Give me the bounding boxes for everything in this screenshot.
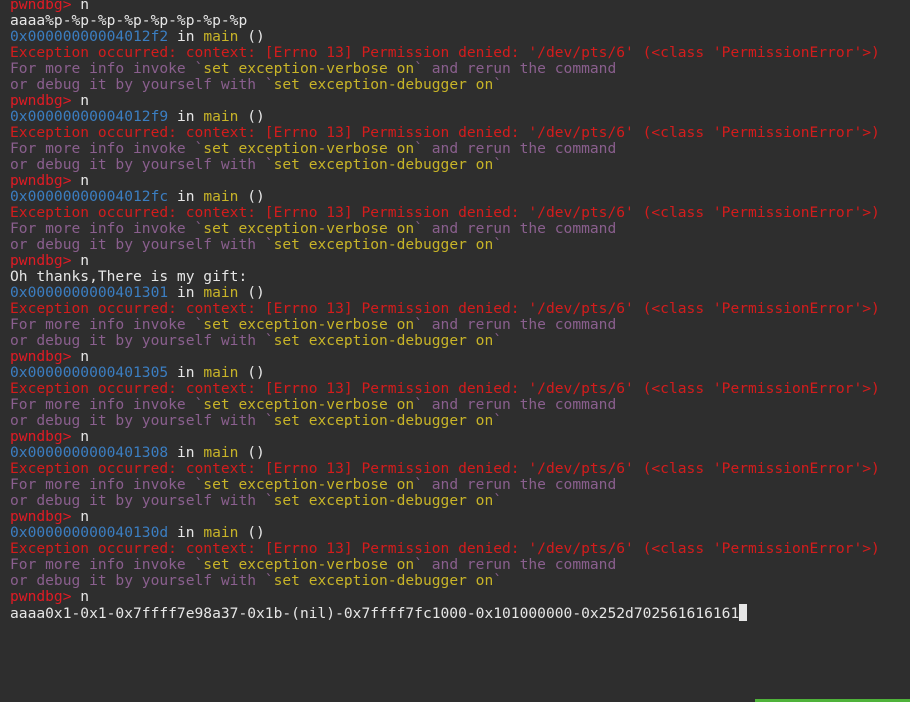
frame-address: 0x0000000000401305: [10, 364, 169, 381]
hint-command: set exception-verbose on: [203, 476, 415, 493]
pwndbg-prompt: pwndbg>: [10, 348, 72, 365]
hint-suffix: `: [493, 76, 503, 93]
pwndbg-prompt: pwndbg>: [10, 588, 72, 605]
frame-args: (): [238, 524, 265, 541]
pwndbg-prompt: pwndbg>: [10, 428, 72, 445]
frame-address: 0x0000000000401301: [10, 284, 169, 301]
command-text: n: [71, 348, 90, 365]
hint-prefix: or debug it by yourself with `: [10, 412, 274, 429]
hint-prefix: For more info invoke `: [10, 556, 204, 573]
frame-function: main: [203, 188, 239, 205]
frame-in: in: [168, 364, 204, 381]
hint-prefix: For more info invoke `: [10, 396, 204, 413]
hint-command: set exception-debugger on: [273, 332, 494, 349]
frame-args: (): [238, 284, 265, 301]
frame-address: 0x00000000004012fc: [10, 188, 169, 205]
pwndbg-prompt: pwndbg>: [10, 172, 72, 189]
hint-suffix: ` and rerun the command: [414, 316, 617, 333]
exception-message: Exception occurred: context: [Errno 13] …: [10, 204, 880, 221]
exception-message: Exception occurred: context: [Errno 13] …: [10, 380, 880, 397]
frame-in: in: [168, 284, 204, 301]
command-text: n: [71, 588, 90, 605]
frame-args: (): [238, 188, 265, 205]
hint-suffix: ` and rerun the command: [414, 60, 617, 77]
hint-command: set exception-debugger on: [273, 236, 494, 253]
hint-prefix: or debug it by yourself with `: [10, 572, 274, 589]
frame-in: in: [168, 524, 204, 541]
hint-suffix: `: [493, 412, 503, 429]
command-text: n: [71, 92, 90, 109]
frame-function: main: [203, 524, 239, 541]
command-text: n: [71, 172, 90, 189]
hint-prefix: or debug it by yourself with `: [10, 76, 274, 93]
frame-function: main: [203, 444, 239, 461]
command-text: n: [71, 428, 90, 445]
frame-function: main: [203, 28, 239, 45]
hint-prefix: For more info invoke `: [10, 316, 204, 333]
frame-address: 0x00000000004012f2: [10, 28, 169, 45]
hint-command: set exception-debugger on: [273, 76, 494, 93]
hint-suffix: ` and rerun the command: [414, 140, 617, 157]
hint-prefix: For more info invoke `: [10, 60, 204, 77]
hint-suffix: `: [493, 492, 503, 509]
hint-command: set exception-verbose on: [203, 396, 415, 413]
hint-prefix: For more info invoke `: [10, 140, 204, 157]
exception-message: Exception occurred: context: [Errno 13] …: [10, 460, 880, 477]
hint-suffix: ` and rerun the command: [414, 220, 617, 237]
hint-command: set exception-verbose on: [203, 60, 415, 77]
pwndbg-prompt: pwndbg>: [10, 92, 72, 109]
hint-suffix: ` and rerun the command: [414, 476, 617, 493]
frame-function: main: [203, 364, 239, 381]
frame-args: (): [238, 444, 265, 461]
frame-args: (): [238, 28, 265, 45]
frame-function: main: [203, 284, 239, 301]
terminal-cursor: [739, 604, 748, 621]
frame-args: (): [238, 108, 265, 125]
exception-message: Exception occurred: context: [Errno 13] …: [10, 44, 880, 61]
hint-prefix: For more info invoke `: [10, 220, 204, 237]
hint-command: set exception-verbose on: [203, 316, 415, 333]
hint-suffix: `: [493, 156, 503, 173]
hint-suffix: ` and rerun the command: [414, 396, 617, 413]
exception-message: Exception occurred: context: [Errno 13] …: [10, 124, 880, 141]
pwndbg-prompt: pwndbg>: [10, 508, 72, 525]
hint-suffix: `: [493, 332, 503, 349]
hint-suffix: ` and rerun the command: [414, 556, 617, 573]
hint-command: set exception-verbose on: [203, 140, 415, 157]
hint-prefix: or debug it by yourself with `: [10, 236, 274, 253]
hint-command: set exception-debugger on: [273, 156, 494, 173]
program-output: aaaa%p-%p-%p-%p-%p-%p-%p-%p: [10, 12, 248, 29]
frame-address: 0x000000000040130d: [10, 524, 169, 541]
hint-prefix: or debug it by yourself with `: [10, 492, 274, 509]
frame-address: 0x0000000000401308: [10, 444, 169, 461]
terminal-output[interactable]: pwndbg> n aaaa%p-%p-%p-%p-%p-%p-%p-%p 0x00…: [0, 0, 910, 702]
hint-command: set exception-verbose on: [203, 220, 415, 237]
hint-command: set exception-debugger on: [273, 492, 494, 509]
exception-message: Exception occurred: context: [Errno 13] …: [10, 300, 880, 317]
frame-in: in: [168, 28, 204, 45]
hint-command: set exception-debugger on: [273, 412, 494, 429]
hint-prefix: or debug it by yourself with `: [10, 156, 274, 173]
hint-prefix: For more info invoke `: [10, 476, 204, 493]
frame-address: 0x00000000004012f9: [10, 108, 169, 125]
frame-args: (): [238, 364, 265, 381]
command-text: n: [71, 508, 90, 525]
program-output-line: aaaa0x1-0x1-0x7ffff7e98a37-0x1b-(nil)-0x…: [10, 604, 910, 622]
pwndbg-prompt: pwndbg>: [10, 252, 72, 269]
hint-command: set exception-verbose on: [203, 556, 415, 573]
program-output: Oh thanks,There is my gift:: [10, 268, 248, 285]
frame-in: in: [168, 444, 204, 461]
hint-command: set exception-debugger on: [273, 572, 494, 589]
hint-prefix: or debug it by yourself with `: [10, 332, 274, 349]
command-text: n: [71, 252, 90, 269]
frame-in: in: [168, 108, 204, 125]
hint-suffix: `: [493, 572, 503, 589]
hint-suffix: `: [493, 236, 503, 253]
frame-function: main: [203, 108, 239, 125]
exception-message: Exception occurred: context: [Errno 13] …: [10, 540, 880, 557]
program-output: aaaa0x1-0x1-0x7ffff7e98a37-0x1b-(nil)-0x…: [10, 605, 740, 622]
frame-in: in: [168, 188, 204, 205]
